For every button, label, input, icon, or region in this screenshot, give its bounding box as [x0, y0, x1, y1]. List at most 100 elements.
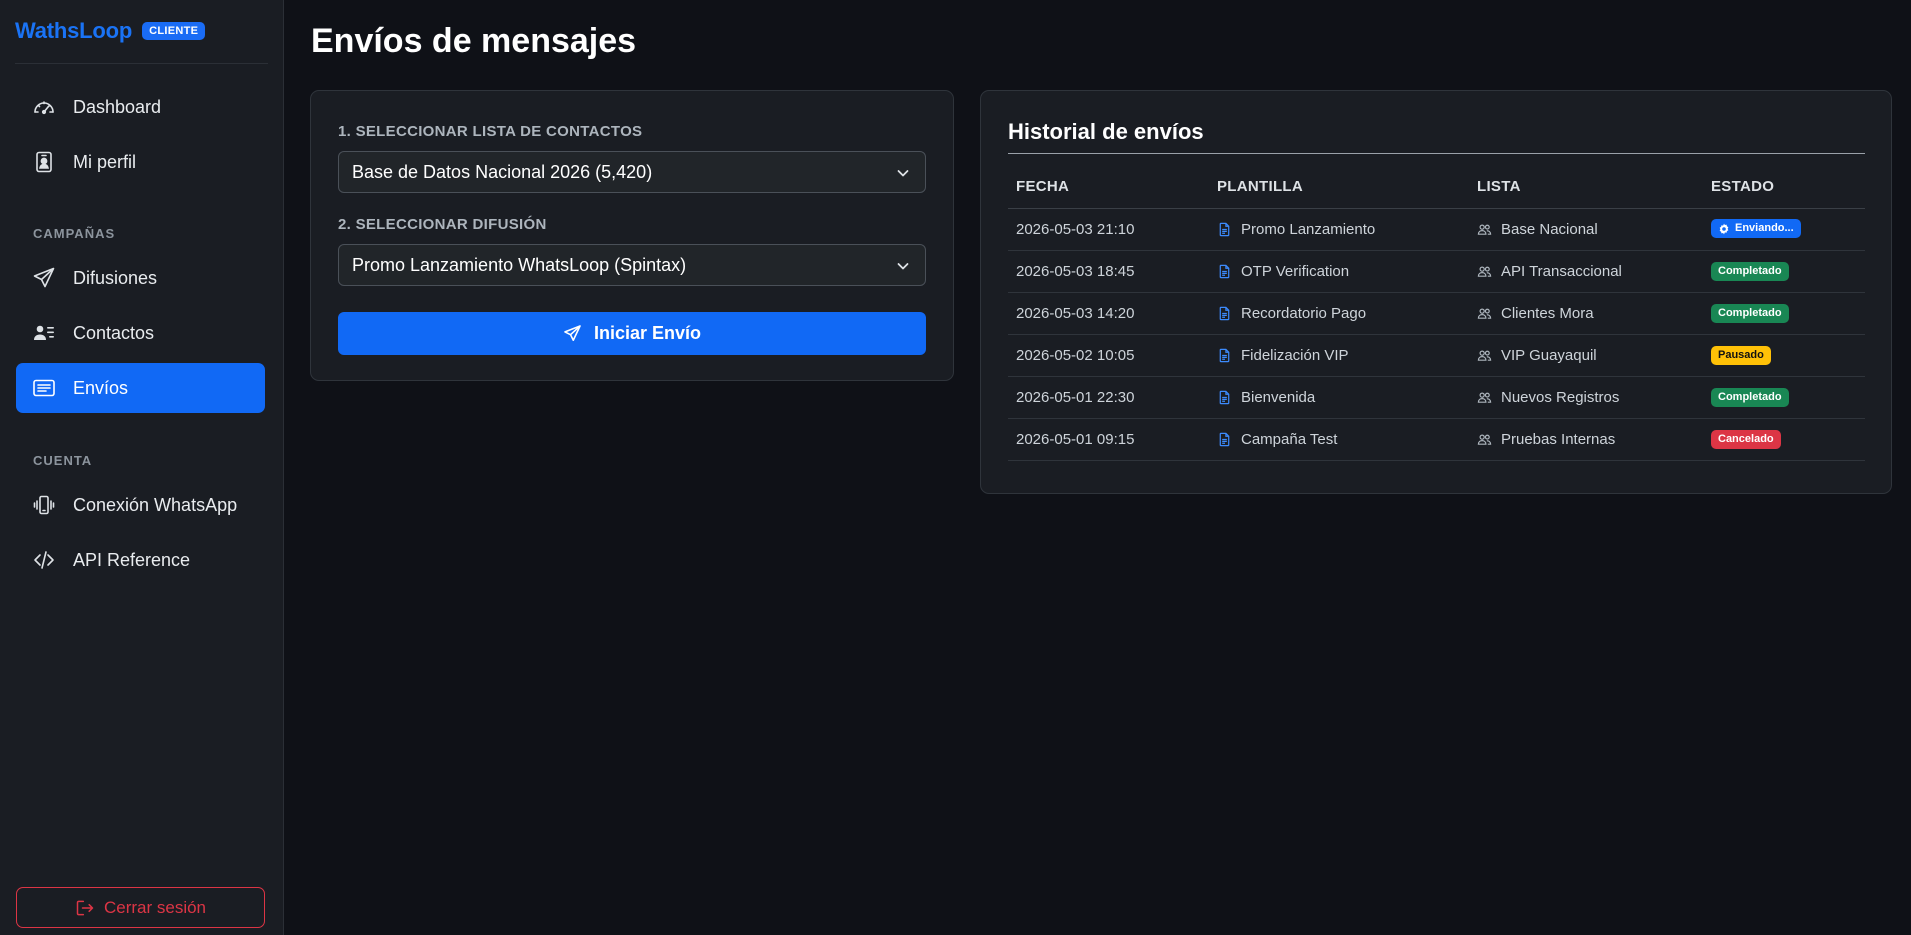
column-header-date: FECHA	[1008, 165, 1209, 209]
people-icon	[1477, 265, 1492, 277]
chevron-down-icon	[897, 170, 909, 177]
column-header-list: LISTA	[1469, 165, 1703, 209]
cell-date: 2026-05-03 14:20	[1008, 292, 1209, 335]
role-badge: CLIENTE	[142, 22, 206, 40]
contact-list-value: Base de Datos Nacional 2026 (5,420)	[352, 161, 653, 182]
cell-list: Nuevos Registros	[1469, 376, 1703, 419]
code-icon	[34, 551, 54, 569]
gear-icon	[1719, 223, 1729, 235]
sidebar-item-label: Contactos	[73, 322, 155, 343]
status-badge: Cancelado	[1711, 430, 1781, 449]
broadcast-select[interactable]: Promo Lanzamiento WhatsLoop (Spintax)	[338, 244, 926, 286]
cell-status: Completado	[1703, 250, 1865, 293]
sidebar-item-contacts[interactable]: Contactos	[16, 308, 265, 358]
history-card: Historial de envíos FECHA PLANTILLA LIST…	[980, 90, 1892, 494]
status-label: Enviando...	[1735, 222, 1794, 235]
sidebar-item-label: Mi perfil	[73, 151, 137, 172]
broadcast-label: 2. SELECCIONAR DIFUSIÓN	[338, 216, 547, 233]
list-name: API Transaccional	[1501, 262, 1622, 280]
sidebar-item-label: Dashboard	[73, 96, 162, 117]
sidebar-item-whatsapp-connection[interactable]: Conexión WhatsApp	[16, 480, 265, 530]
person-lines-icon	[34, 325, 54, 340]
file-icon	[1219, 348, 1230, 362]
cell-status: Completado	[1703, 292, 1865, 335]
status-badge: Pausado	[1711, 346, 1771, 365]
divider	[1008, 153, 1865, 154]
list-name: VIP Guayaquil	[1501, 346, 1597, 364]
table-row[interactable]: 2026-05-01 22:30 Bienvenida Nuevos Registr…	[1008, 376, 1865, 419]
sidebar-item-api-reference[interactable]: API Reference	[16, 535, 265, 585]
status-badge: Enviando...	[1711, 219, 1801, 239]
status-label: Completado	[1718, 391, 1782, 403]
sidebar: WathsLoop CLIENTE Dashboard Mi perfil CA…	[0, 0, 284, 935]
brand-name: WathsLoop	[15, 18, 133, 43]
logout-icon	[76, 900, 94, 915]
sidebar-item-sends[interactable]: Envíos	[16, 363, 265, 413]
status-badge: Completado	[1711, 388, 1789, 407]
status-badge: Completado	[1711, 304, 1789, 323]
contact-list-select[interactable]: Base de Datos Nacional 2026 (5,420)	[338, 151, 926, 193]
history-table: FECHA PLANTILLA LISTA ESTADO 2026-05-03 …	[1008, 165, 1865, 461]
page-title: Envíos de mensajes	[311, 22, 637, 60]
cell-list: VIP Guayaquil	[1469, 334, 1703, 377]
send-icon	[564, 325, 581, 342]
cell-status: Pausado	[1703, 334, 1865, 377]
history-title: Historial de envíos	[1008, 119, 1204, 144]
speedometer-icon	[34, 101, 54, 115]
list-name: Nuevos Registros	[1501, 388, 1620, 406]
section-label-campaigns: CAMPAÑAS	[33, 226, 116, 241]
divider	[15, 63, 268, 64]
brand[interactable]: WathsLoop CLIENTE	[15, 14, 206, 48]
people-icon	[1477, 349, 1492, 361]
cell-date: 2026-05-02 10:05	[1008, 334, 1209, 377]
cell-list: Base Nacional	[1469, 208, 1703, 251]
list-name: Base Nacional	[1501, 220, 1598, 238]
sidebar-item-label: Conexión WhatsApp	[73, 494, 238, 515]
template-name: Fidelización VIP	[1241, 346, 1349, 364]
cell-date: 2026-05-03 18:45	[1008, 250, 1209, 293]
cell-template: Promo Lanzamiento	[1209, 208, 1469, 251]
card-text-icon	[33, 379, 55, 397]
people-icon	[1477, 391, 1492, 403]
sidebar-item-dashboard[interactable]: Dashboard	[16, 82, 265, 132]
logout-button[interactable]: Cerrar sesión	[16, 887, 265, 928]
logout-label: Cerrar sesión	[103, 897, 207, 917]
cell-template: Fidelización VIP	[1209, 334, 1469, 377]
sidebar-item-profile[interactable]: Mi perfil	[16, 137, 265, 187]
template-name: Recordatorio Pago	[1241, 304, 1367, 322]
sidebar-item-label: Difusiones	[73, 267, 158, 288]
list-name: Pruebas Internas	[1501, 430, 1616, 448]
cell-list: Pruebas Internas	[1469, 418, 1703, 461]
file-icon	[1219, 222, 1230, 236]
cell-template: Campaña Test	[1209, 418, 1469, 461]
cell-template: Recordatorio Pago	[1209, 292, 1469, 335]
template-name: OTP Verification	[1241, 262, 1350, 280]
phone-vibrate-icon	[33, 495, 55, 515]
cell-date: 2026-05-01 22:30	[1008, 376, 1209, 419]
cell-status: Cancelado	[1703, 418, 1865, 461]
status-label: Pausado	[1718, 349, 1764, 361]
cell-template: OTP Verification	[1209, 250, 1469, 293]
file-icon	[1219, 390, 1230, 404]
send-icon	[33, 267, 55, 288]
template-name: Promo Lanzamiento	[1241, 220, 1376, 238]
table-row[interactable]: 2026-05-01 09:15 Campaña Test Pruebas Inte…	[1008, 418, 1865, 461]
status-label: Cancelado	[1718, 433, 1774, 445]
contact-list-label: 1. SELECCIONAR LISTA DE CONTACTOS	[338, 123, 643, 140]
section-label-account: CUENTA	[33, 453, 93, 468]
person-badge-icon	[36, 151, 52, 173]
cell-list: API Transaccional	[1469, 250, 1703, 293]
column-header-template: PLANTILLA	[1209, 165, 1469, 209]
start-send-button[interactable]: Iniciar Envío	[338, 312, 926, 355]
table-header-row: FECHA PLANTILLA LISTA ESTADO	[1008, 165, 1865, 209]
table-row[interactable]: 2026-05-02 10:05 Fidelización VIP VIP Guay…	[1008, 334, 1865, 377]
list-name: Clientes Mora	[1501, 304, 1594, 322]
table-row[interactable]: 2026-05-03 21:10 Promo Lanzamiento Base Na…	[1008, 208, 1865, 251]
cell-status: Completado	[1703, 376, 1865, 419]
people-icon	[1477, 307, 1492, 319]
sidebar-item-broadcasts[interactable]: Difusiones	[16, 253, 265, 303]
cell-template: Bienvenida	[1209, 376, 1469, 419]
table-row[interactable]: 2026-05-03 14:20 Recordatorio Pago Cliente…	[1008, 292, 1865, 335]
table-row[interactable]: 2026-05-03 18:45 OTP Verification API Tran…	[1008, 250, 1865, 293]
file-icon	[1219, 432, 1230, 446]
